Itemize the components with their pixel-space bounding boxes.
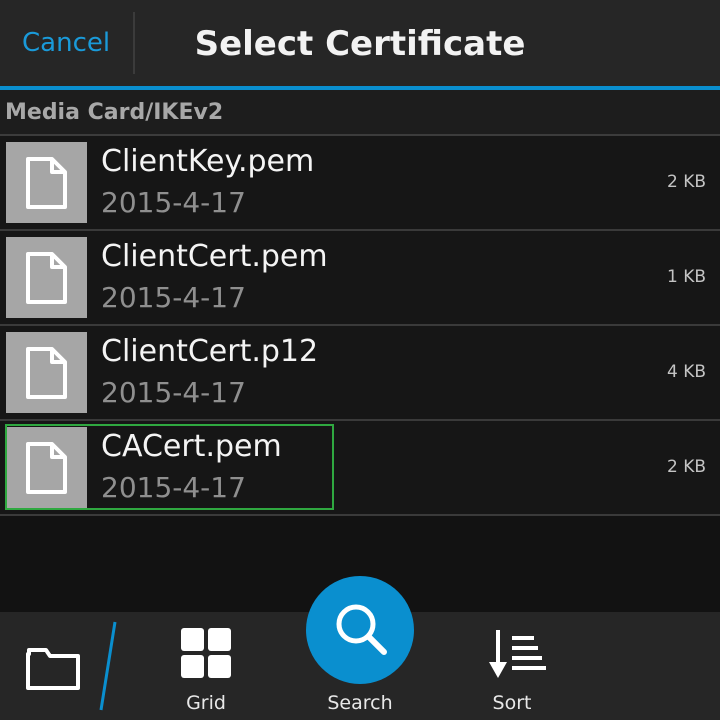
file-row-clientcert-p12[interactable]: ClientCert.p12 2015-4-17 4 KB	[0, 326, 720, 421]
title-bar: Cancel Select Certificate	[0, 0, 720, 86]
file-size: 4 KB	[666, 362, 706, 382]
sort-label: Sort	[492, 692, 532, 714]
file-icon	[6, 237, 87, 318]
file-name: CACert.pem	[101, 429, 282, 464]
file-row-cacert-pem[interactable]: CACert.pem 2015-4-17 2 KB	[0, 421, 720, 516]
file-name: ClientKey.pem	[101, 144, 315, 179]
breadcrumb: Media Card/IKEv2	[0, 90, 720, 136]
file-row-clientcert-pem[interactable]: ClientCert.pem 2015-4-17 1 KB	[0, 231, 720, 326]
file-name: ClientCert.p12	[101, 334, 319, 369]
page-title: Select Certificate	[194, 24, 526, 64]
file-icon	[6, 142, 87, 223]
file-size: 2 KB	[666, 457, 706, 477]
sort-button[interactable]: Sort	[474, 626, 554, 716]
search-icon	[336, 604, 387, 655]
file-icon	[6, 427, 87, 508]
file-date: 2015-4-17	[101, 186, 246, 219]
file-row-clientkey-pem[interactable]: ClientKey.pem 2015-4-17 2 KB	[0, 136, 720, 231]
file-size: 2 KB	[666, 172, 706, 192]
file-list: ClientKey.pem 2015-4-17 2 KB ClientCert.…	[0, 136, 720, 516]
folder-button[interactable]	[26, 642, 82, 692]
file-date: 2015-4-17	[101, 281, 246, 314]
folder-icon	[26, 648, 80, 690]
grid-icon	[181, 628, 231, 678]
file-date: 2015-4-17	[101, 376, 246, 409]
search-label: Search	[327, 692, 393, 714]
divider-slash	[99, 621, 117, 711]
grid-button[interactable]: Grid	[170, 626, 242, 716]
file-name: ClientCert.pem	[101, 239, 328, 274]
sort-icon	[489, 630, 546, 678]
file-size: 1 KB	[666, 267, 706, 287]
file-date: 2015-4-17	[101, 471, 246, 504]
breadcrumb-path: Media Card/IKEv2	[5, 100, 224, 125]
search-button[interactable]	[306, 576, 414, 684]
file-icon	[6, 332, 87, 413]
grid-label: Grid	[186, 692, 226, 714]
